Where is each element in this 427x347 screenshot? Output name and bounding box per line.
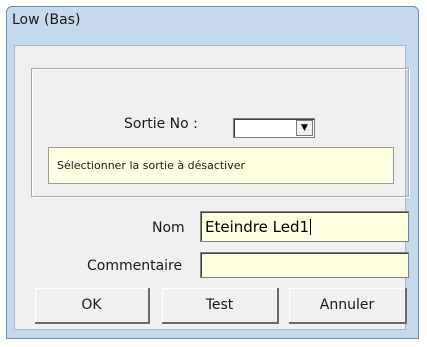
comment-field[interactable] (200, 252, 409, 278)
output-hint-box: Sélectionner la sortie à désactiver (48, 147, 394, 184)
test-button[interactable]: Test (162, 288, 279, 324)
name-field[interactable]: Eteindre Led1 (200, 211, 409, 242)
comment-label: Commentaire (87, 258, 183, 274)
name-field-value: Eteindre Led1 (205, 218, 310, 236)
output-hint-text: Sélectionner la sortie à désactiver (57, 159, 246, 172)
output-number-select[interactable]: ▼ (233, 118, 315, 138)
ok-button[interactable]: OK (35, 288, 150, 324)
name-label: Nom (152, 220, 185, 236)
cancel-button-label: Annuler (319, 297, 375, 313)
output-number-label: Sortie No : (124, 116, 198, 132)
test-button-label: Test (205, 297, 234, 313)
text-caret (310, 219, 312, 235)
chevron-down-icon[interactable]: ▼ (296, 120, 313, 136)
cancel-button[interactable]: Annuler (289, 288, 407, 324)
window-title: Low (Bas) (12, 12, 81, 28)
ok-button-label: OK (81, 297, 102, 313)
